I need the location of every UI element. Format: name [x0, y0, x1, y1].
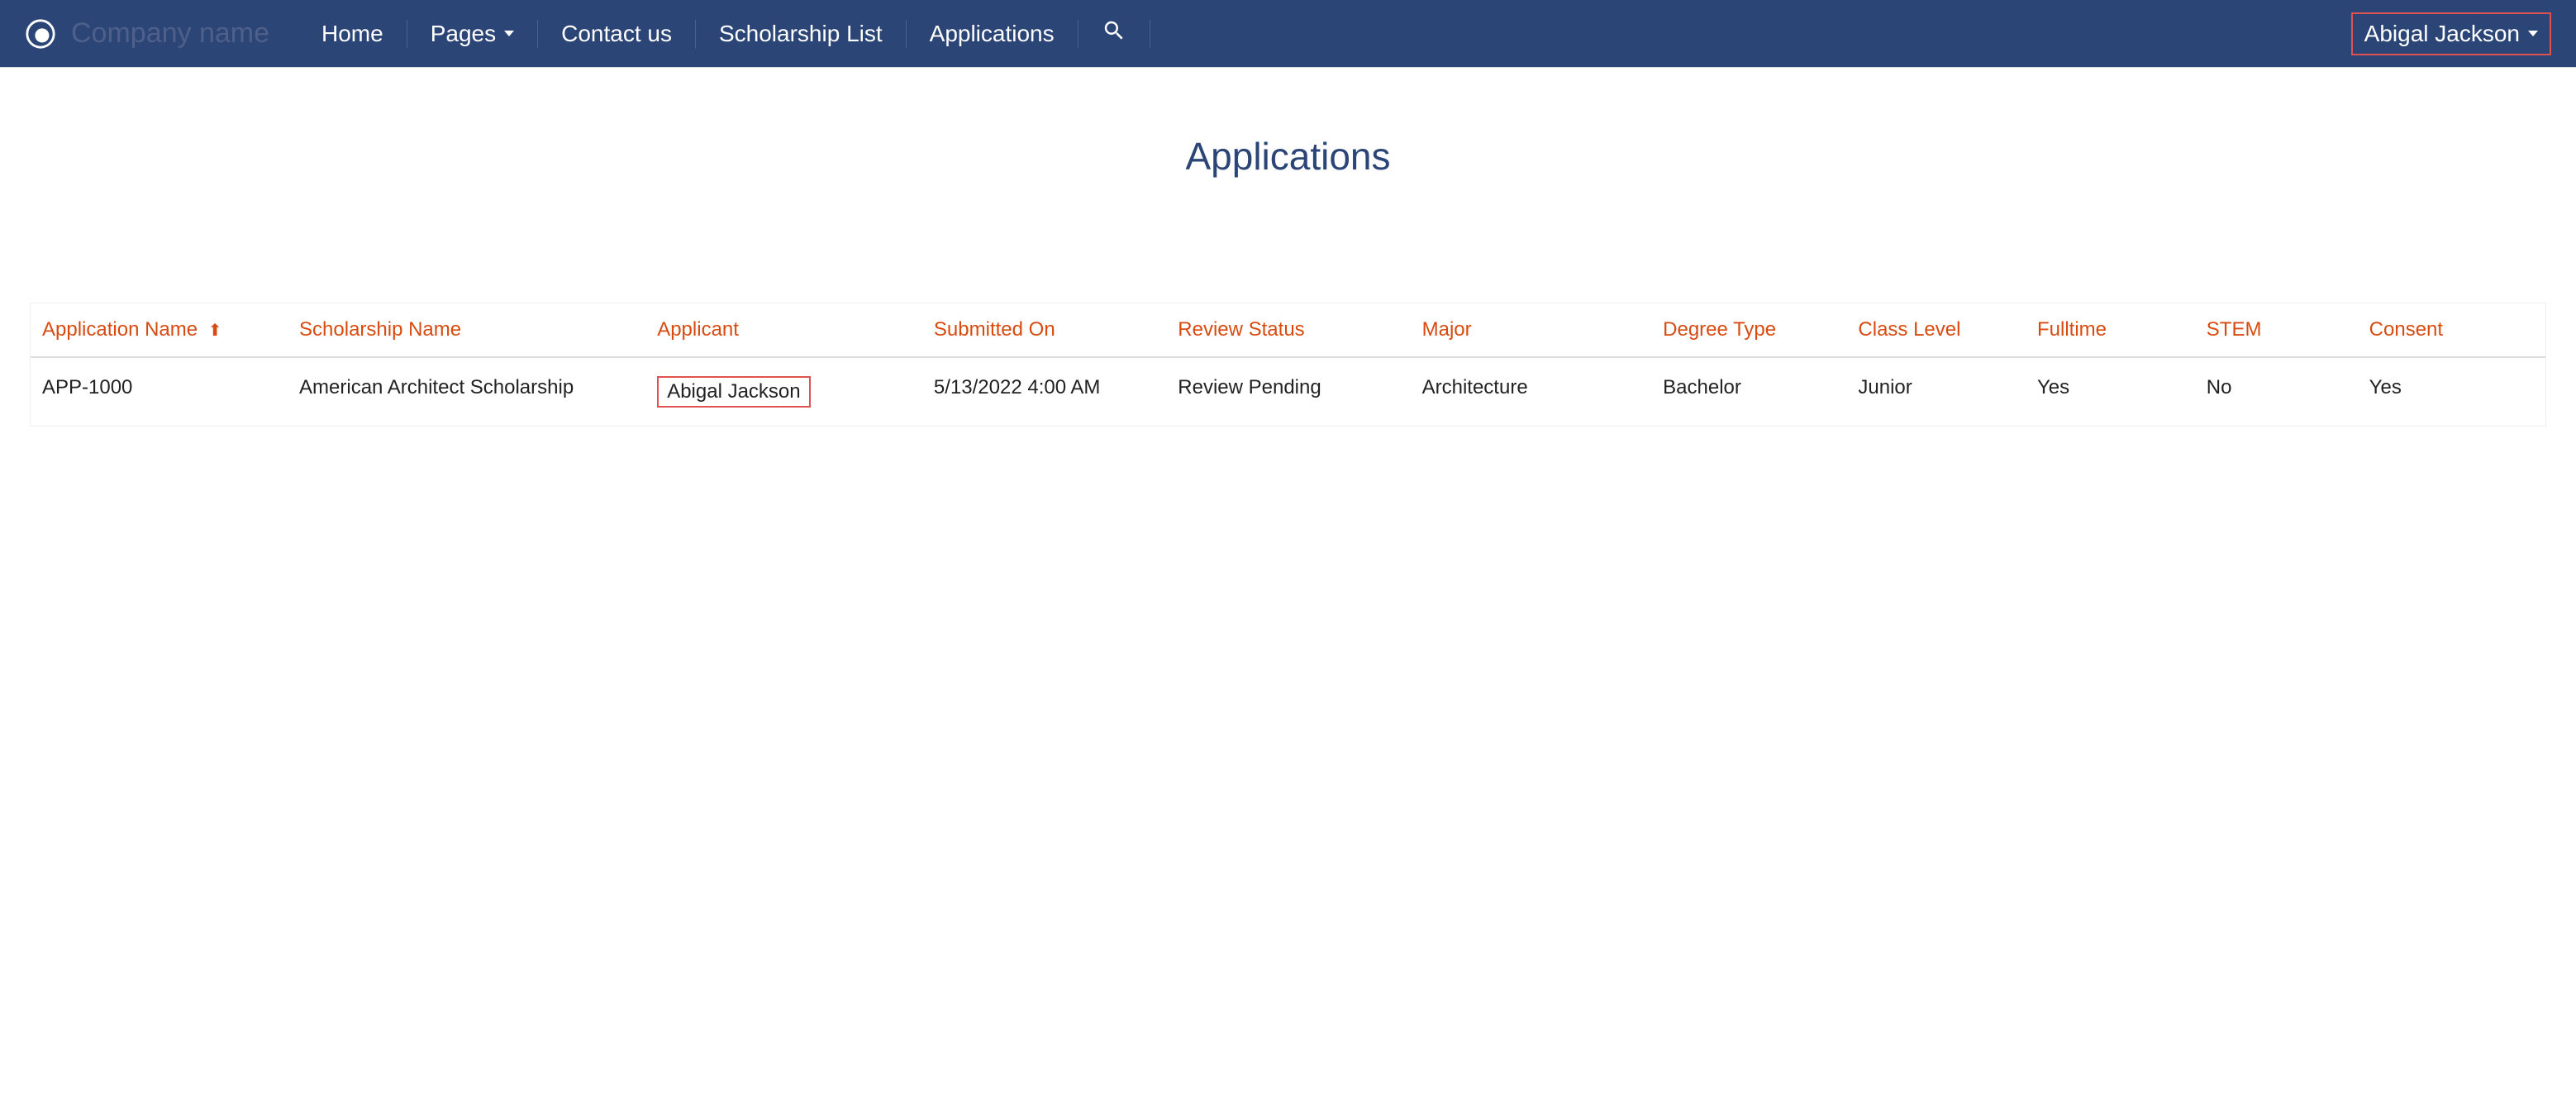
- col-major[interactable]: Major: [1414, 303, 1655, 357]
- col-application-name[interactable]: Application Name ⬆: [31, 303, 291, 357]
- col-fulltime-label: Fulltime: [2037, 318, 2107, 341]
- applications-table-wrap: Application Name ⬆ Scholarship Name Appl…: [30, 303, 2546, 427]
- cell-fulltime: Yes: [2029, 357, 2198, 426]
- col-stem[interactable]: STEM: [2198, 303, 2361, 357]
- col-stem-label: STEM: [2207, 318, 2262, 341]
- cell-major: Architecture: [1414, 357, 1655, 426]
- sort-asc-icon: ⬆: [208, 320, 222, 341]
- table-row[interactable]: APP-1000 American Architect Scholarship …: [31, 357, 2545, 426]
- cell-applicant: Abigal Jackson: [649, 357, 926, 426]
- nav-applications-label: Applications: [930, 21, 1055, 47]
- cell-scholarship-name: American Architect Scholarship: [291, 357, 649, 426]
- user-menu[interactable]: Abigal Jackson: [2351, 12, 2551, 55]
- cell-stem: No: [2198, 357, 2361, 426]
- col-submitted-on-label: Submitted On: [934, 318, 1055, 341]
- nav-pages[interactable]: Pages: [407, 21, 537, 47]
- cell-degree-type: Bachelor: [1655, 357, 1850, 426]
- nav-pages-label: Pages: [431, 21, 496, 47]
- col-consent-label: Consent: [2369, 318, 2443, 341]
- nav-home[interactable]: Home: [298, 21, 407, 47]
- user-name: Abigal Jackson: [2364, 21, 2520, 47]
- logo-icon: [25, 18, 56, 50]
- col-scholarship-name[interactable]: Scholarship Name: [291, 303, 649, 357]
- nav-scholarship-list[interactable]: Scholarship List: [696, 21, 906, 47]
- col-degree-type-label: Degree Type: [1663, 318, 1776, 341]
- company-name: Company name: [71, 17, 269, 50]
- page-title: Applications: [0, 134, 2576, 179]
- col-class-level[interactable]: Class Level: [1850, 303, 2029, 357]
- nav-links: Home Pages Contact us Scholarship List A…: [298, 18, 1150, 49]
- chevron-down-icon: [504, 31, 514, 36]
- col-applicant[interactable]: Applicant: [649, 303, 926, 357]
- col-major-label: Major: [1422, 318, 1472, 341]
- col-consent[interactable]: Consent: [2361, 303, 2545, 357]
- col-submitted-on[interactable]: Submitted On: [926, 303, 1169, 357]
- nav-contact-label: Contact us: [561, 21, 672, 47]
- col-application-name-label: Application Name: [42, 318, 198, 341]
- col-scholarship-name-label: Scholarship Name: [299, 318, 461, 341]
- cell-submitted-on: 5/13/2022 4:00 AM: [926, 357, 1169, 426]
- nav-right: Abigal Jackson: [2331, 12, 2551, 55]
- nav-search[interactable]: [1078, 18, 1150, 49]
- nav-contact[interactable]: Contact us: [538, 21, 695, 47]
- col-review-status[interactable]: Review Status: [1169, 303, 1413, 357]
- cell-review-status: Review Pending: [1169, 357, 1413, 426]
- nav-home-label: Home: [321, 21, 383, 47]
- search-icon: [1102, 18, 1126, 49]
- nav-applications[interactable]: Applications: [907, 21, 1078, 47]
- col-class-level-label: Class Level: [1858, 318, 1960, 341]
- cell-applicant-highlight: Abigal Jackson: [657, 376, 810, 408]
- col-applicant-label: Applicant: [657, 318, 739, 341]
- cell-consent: Yes: [2361, 357, 2545, 426]
- cell-class-level: Junior: [1850, 357, 2029, 426]
- navbar: Company name Home Pages Contact us Schol…: [0, 0, 2576, 68]
- col-degree-type[interactable]: Degree Type: [1655, 303, 1850, 357]
- cell-application-name: APP-1000: [31, 357, 291, 426]
- table-header-row: Application Name ⬆ Scholarship Name Appl…: [31, 303, 2545, 357]
- nav-scholarship-list-label: Scholarship List: [719, 21, 883, 47]
- col-fulltime[interactable]: Fulltime: [2029, 303, 2198, 357]
- applications-table: Application Name ⬆ Scholarship Name Appl…: [31, 303, 2545, 426]
- col-review-status-label: Review Status: [1178, 318, 1304, 341]
- chevron-down-icon: [2528, 31, 2538, 36]
